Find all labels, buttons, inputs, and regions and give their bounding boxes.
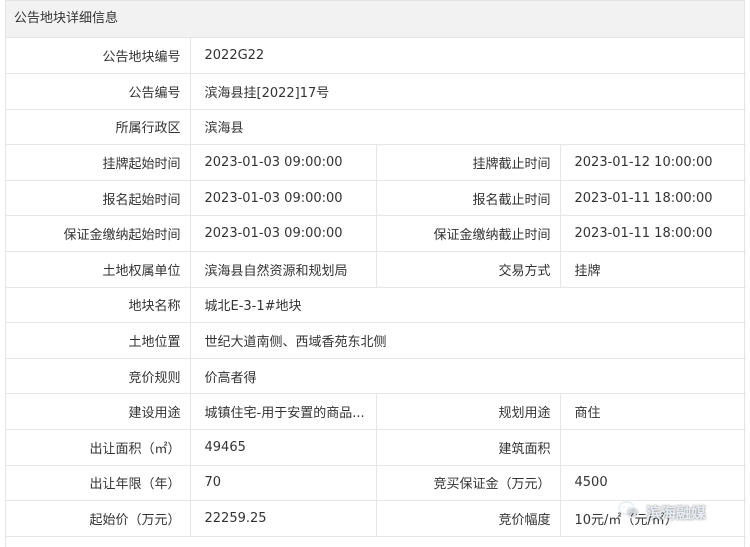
table-row: 所属行政区 滨海县 (6, 109, 746, 146)
row-label: 所属行政区 (6, 109, 191, 146)
row-value: 滨海县自然资源和规划局 (190, 251, 377, 288)
panel-title: 公告地块详细信息 (6, 0, 744, 38)
row-value: 2023-01-03 09:00:00 (190, 144, 377, 181)
row-value-2: 2023-01-12 10:00:00 (560, 144, 746, 181)
table-row: 地块名称 城北E-3-1#地块 (6, 287, 746, 324)
row-label: 公告地块编号 (6, 38, 191, 75)
row-label: 出让年限（年） (6, 465, 191, 502)
table-row: 公告地块编号 2022G22 (6, 38, 746, 75)
table-row: 出让年限（年） 70 竞买保证金（万元） 4500 (6, 465, 746, 502)
row-label-2: 保证金缴纳截止时间 (376, 215, 561, 253)
table-row: 出让面积（㎡） 49465 建筑面积 (6, 429, 746, 466)
land-detail-table: 公告地块编号 2022G22 公告编号 滨海县挂[2022]17号 所属行政区 … (6, 38, 746, 537)
table-row: 竞价规则 价高者得 (6, 358, 746, 395)
row-label: 建设用途 (6, 393, 191, 431)
row-value-2: 4500 (560, 465, 746, 502)
table-row: 土地位置 世纪大道南侧、西域香苑东北侧 (6, 322, 746, 359)
row-value: 2023-01-03 09:00:00 (190, 215, 377, 253)
table-row: 报名起始时间 2023-01-03 09:00:00 报名截止时间 2023-0… (6, 180, 746, 217)
row-value-2: 2023-01-11 18:00:00 (560, 180, 746, 217)
row-label: 地块名称 (6, 287, 191, 324)
row-label-2: 建筑面积 (376, 429, 561, 466)
row-value: 滨海县 (190, 109, 746, 146)
land-detail-panel: 公告地块详细信息 公告地块编号 2022G22 公告编号 滨海县挂[2022]1… (5, 0, 746, 547)
table-row: 保证金缴纳起始时间 2023-01-03 09:00:00 保证金缴纳截止时间 … (6, 215, 746, 253)
row-value-2: 挂牌 (560, 251, 746, 288)
row-value: 世纪大道南侧、西域香苑东北侧 (190, 322, 746, 359)
row-label-2: 报名截止时间 (376, 180, 561, 217)
row-label-2: 挂牌截止时间 (376, 144, 561, 181)
wechat-icon (618, 500, 640, 524)
row-value: 49465 (190, 429, 377, 466)
row-value: 70 (190, 465, 377, 502)
table-row: 土地权属单位 滨海县自然资源和规划局 交易方式 挂牌 (6, 251, 746, 288)
row-label-2: 交易方式 (376, 251, 561, 288)
row-value: 2022G22 (190, 38, 746, 75)
row-value: 价高者得 (190, 358, 746, 395)
row-label-2: 规划用途 (376, 393, 561, 431)
row-label: 挂牌起始时间 (6, 144, 191, 181)
row-value: 2023-01-03 09:00:00 (190, 180, 377, 217)
row-label: 保证金缴纳起始时间 (6, 215, 191, 253)
table-row: 建设用途 城镇住宅-用于安置的商品... 规划用途 商住 (6, 393, 746, 431)
row-value-2: 商住 (560, 393, 746, 431)
row-label: 报名起始时间 (6, 180, 191, 217)
row-label: 出让面积（㎡） (6, 429, 191, 466)
row-label: 公告编号 (6, 73, 191, 110)
row-label: 土地权属单位 (6, 251, 191, 288)
row-value: 城镇住宅-用于安置的商品... (190, 393, 377, 431)
row-value-2: 2023-01-11 18:00:00 (560, 215, 746, 253)
row-value-2 (560, 429, 746, 466)
row-label-2: 竞买保证金（万元） (376, 465, 561, 502)
watermark-text: 滨海融媒 (646, 503, 707, 522)
watermark: 滨海融媒 (618, 497, 706, 527)
row-value: 城北E-3-1#地块 (190, 287, 746, 324)
table-row: 挂牌起始时间 2023-01-03 09:00:00 挂牌截止时间 2023-0… (6, 144, 746, 181)
row-value: 滨海县挂[2022]17号 (190, 73, 746, 110)
table-row: 公告编号 滨海县挂[2022]17号 (6, 73, 746, 110)
row-label-2: 竞价幅度 (376, 500, 561, 537)
row-label: 起始价（万元） (6, 500, 191, 537)
row-label: 竞价规则 (6, 358, 191, 395)
row-value: 22259.25 (190, 500, 377, 537)
row-label: 土地位置 (6, 322, 191, 359)
